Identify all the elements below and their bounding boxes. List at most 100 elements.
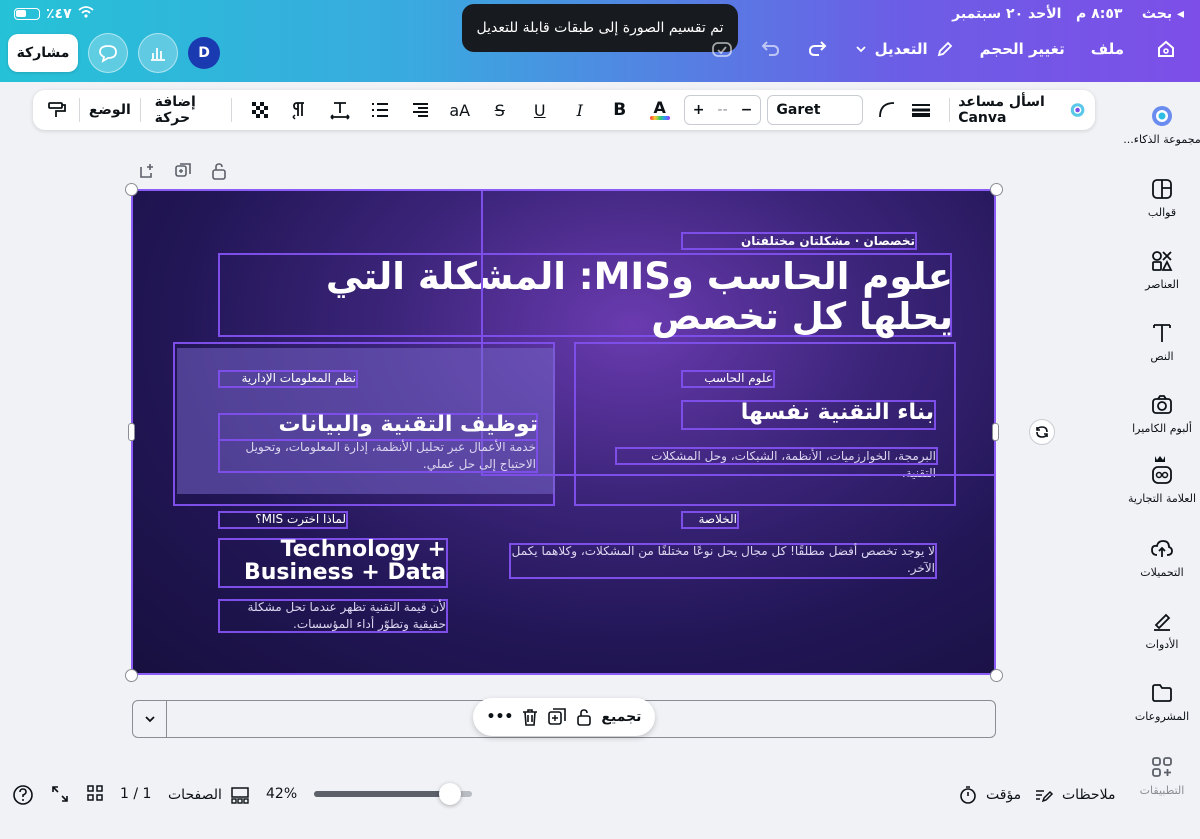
- mis-desc[interactable]: خدمة الأعمال عبر تحليل الأنظمة، إدارة ال…: [218, 439, 536, 473]
- design-canvas[interactable]: تخصصان · مشكلتان مختلفتان علوم الحاسب وM…: [131, 189, 996, 675]
- strikethrough-button[interactable]: S: [486, 95, 514, 125]
- home-button[interactable]: [1150, 33, 1182, 65]
- mis-title[interactable]: توظيف التقنية والبيانات: [218, 412, 538, 437]
- resize-menu[interactable]: تغيير الحجم: [980, 40, 1065, 58]
- paint-roller-icon: [48, 102, 66, 117]
- redo-button[interactable]: [807, 40, 829, 58]
- save-status[interactable]: [711, 40, 733, 58]
- zoom-slider[interactable]: [314, 783, 472, 805]
- file-menu[interactable]: ملف: [1091, 40, 1124, 58]
- paint-format-button[interactable]: [43, 95, 71, 125]
- corner-style-button[interactable]: [873, 95, 901, 125]
- align-button[interactable]: [406, 95, 434, 125]
- resize-handle-top-left[interactable]: [125, 183, 138, 196]
- transparency-icon: [251, 102, 268, 118]
- font-size-decrease[interactable]: −: [741, 102, 753, 118]
- cs-desc[interactable]: البرمجة، الخوارزميات، الأنظمة، الشبكات، …: [615, 448, 936, 482]
- summary-label[interactable]: الخلاصة: [681, 512, 737, 526]
- sidebar-item-camera[interactable]: ألبوم الكاميرا: [1124, 394, 1200, 435]
- fullscreen-button[interactable]: [50, 784, 70, 804]
- pages-icon: [231, 787, 249, 804]
- resize-handle-bottom-left[interactable]: [125, 669, 138, 682]
- group-button[interactable]: تجميع: [601, 709, 641, 725]
- sidebar-item-text[interactable]: النص: [1124, 322, 1200, 363]
- brand-icon: [1152, 456, 1172, 484]
- transparency-button[interactable]: [246, 95, 274, 125]
- italic-button[interactable]: I: [566, 95, 594, 125]
- magic-icon: [1152, 106, 1172, 126]
- top-left-actions: مشاركة D: [8, 33, 220, 73]
- why-desc[interactable]: لأن قيمة التقنية تظهر عندما تحل مشكلة حق…: [218, 599, 446, 633]
- add-note-icon[interactable]: [138, 162, 156, 180]
- slide-title[interactable]: علوم الحاسب وMIS: المشكلة التي يحلها كل …: [233, 257, 953, 337]
- resize-handle-bottom-right[interactable]: [990, 669, 1003, 682]
- divider: [230, 98, 232, 122]
- notes-button[interactable]: ملاحظات: [1034, 785, 1115, 805]
- undo-button[interactable]: [759, 40, 781, 58]
- ask-canva-button[interactable]: اسأل مساعد Canva: [958, 94, 1085, 126]
- cloud-check-icon: [711, 42, 732, 57]
- zoom-slider-knob[interactable]: [439, 783, 461, 805]
- chevron-down-icon: [144, 716, 155, 723]
- unlock-icon[interactable]: [210, 162, 228, 180]
- sidebar-item-tools[interactable]: الأدوات: [1124, 610, 1200, 651]
- text-case-button[interactable]: aA: [446, 95, 474, 125]
- list-button[interactable]: [366, 95, 394, 125]
- align-right-icon: [412, 103, 428, 117]
- canva-assistant-icon: [1070, 103, 1085, 117]
- edit-menu[interactable]: التعديل: [855, 40, 954, 58]
- rotate-button[interactable]: [1029, 419, 1055, 445]
- sidebar-item-brand[interactable]: العلامة التجارية: [1124, 454, 1200, 505]
- cs-title[interactable]: بناء التقنية نفسها: [681, 400, 934, 425]
- why-title-line-2[interactable]: Business + Data: [218, 562, 446, 584]
- insights-button[interactable]: [138, 33, 178, 73]
- slide-kicker[interactable]: تخصصان · مشكلتان مختلفتان: [681, 234, 915, 248]
- grid-view-button[interactable]: [86, 784, 104, 802]
- folder-icon: [1152, 684, 1172, 702]
- why-title-line-1[interactable]: Technology +: [218, 539, 446, 561]
- bold-button[interactable]: B: [606, 95, 634, 125]
- trash-icon[interactable]: [520, 707, 540, 727]
- zoom-value[interactable]: 42%: [266, 786, 297, 802]
- duplicate-icon[interactable]: [174, 162, 192, 180]
- resize-handle-top-right[interactable]: [990, 183, 1003, 196]
- more-options-button[interactable]: •••: [487, 709, 514, 725]
- text-color-button[interactable]: A: [646, 95, 674, 125]
- sidebar-item-label: قوالب: [1147, 206, 1177, 219]
- why-label[interactable]: لماذا اخترت MIS؟: [218, 512, 346, 526]
- text-direction-button[interactable]: [286, 95, 314, 125]
- position-button[interactable]: الوضع: [88, 95, 132, 125]
- resize-handle-right[interactable]: [992, 423, 999, 441]
- sidebar-item-elements[interactable]: العناصر: [1124, 250, 1200, 291]
- status-time: ٨:٥٣ م: [1076, 6, 1123, 22]
- font-size-increase[interactable]: +: [693, 102, 705, 118]
- mis-label[interactable]: نظم المعلومات الإدارية: [218, 371, 357, 385]
- font-size-stepper[interactable]: + -- −: [683, 95, 762, 125]
- divider: [139, 98, 141, 122]
- underline-button[interactable]: U: [526, 95, 554, 125]
- add-animation-button[interactable]: إضافة حركة: [149, 94, 223, 126]
- comments-button[interactable]: [88, 33, 128, 73]
- sidebar-item-projects[interactable]: المشروعات: [1124, 682, 1200, 723]
- summary-desc[interactable]: لا يوجد تخصص أفضل مطلقًا! كل مجال يحل نو…: [509, 543, 935, 577]
- sidebar-item-label: النص: [1150, 350, 1174, 363]
- sidebar-item-label: مجموعة الذكاء...: [1123, 133, 1200, 146]
- cs-label[interactable]: علوم الحاسب: [681, 371, 773, 385]
- pages-button[interactable]: الصفحات: [168, 785, 250, 805]
- expand-pages-button[interactable]: [133, 701, 167, 737]
- resize-handle-left[interactable]: [128, 423, 135, 441]
- font-family-select[interactable]: Garet: [767, 95, 864, 125]
- avatar[interactable]: D: [188, 37, 220, 69]
- border-style-button[interactable]: [907, 95, 935, 125]
- spacing-button[interactable]: [326, 95, 354, 125]
- sidebar-item-templates[interactable]: قوالب: [1124, 178, 1200, 219]
- help-button[interactable]: [12, 784, 34, 806]
- back-link[interactable]: ◂ بحث: [1142, 6, 1184, 22]
- duplicate-icon[interactable]: [547, 707, 567, 727]
- sidebar-item-magic[interactable]: مجموعة الذكاء...: [1123, 105, 1200, 146]
- unlock-icon[interactable]: [574, 707, 594, 727]
- sidebar-item-uploads[interactable]: التحميلات: [1124, 538, 1200, 579]
- expand-icon: [52, 786, 68, 802]
- timer-button[interactable]: مؤقت: [958, 785, 1021, 805]
- share-button[interactable]: مشاركة: [8, 34, 78, 72]
